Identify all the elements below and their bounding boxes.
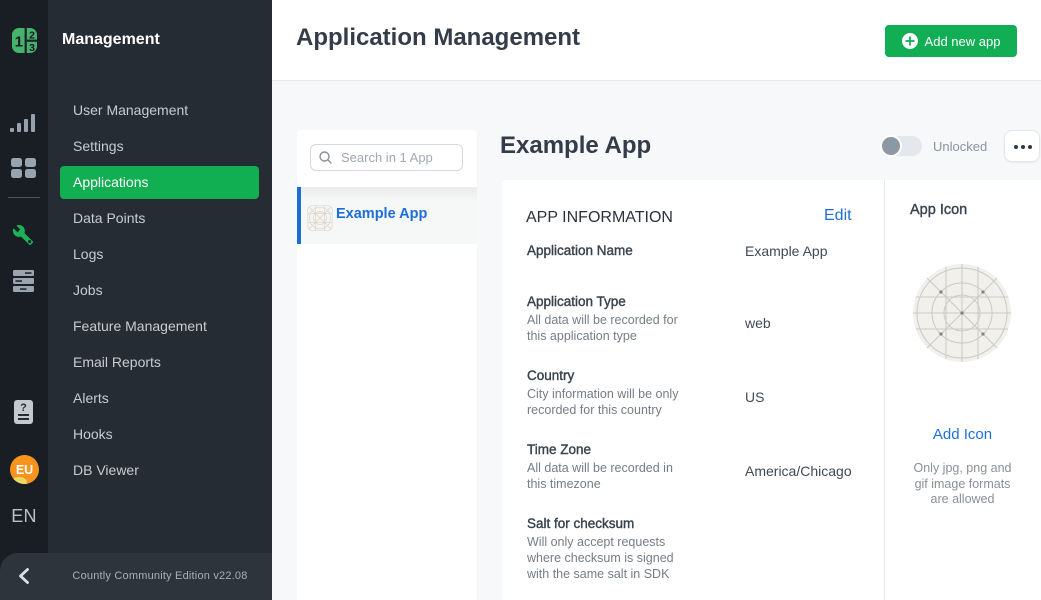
svg-text:1: 1	[15, 34, 23, 51]
svg-text:3: 3	[29, 42, 35, 53]
svg-text:2: 2	[29, 30, 35, 42]
svg-text:EU: EU	[16, 463, 33, 477]
svg-text:?: ?	[20, 402, 27, 414]
